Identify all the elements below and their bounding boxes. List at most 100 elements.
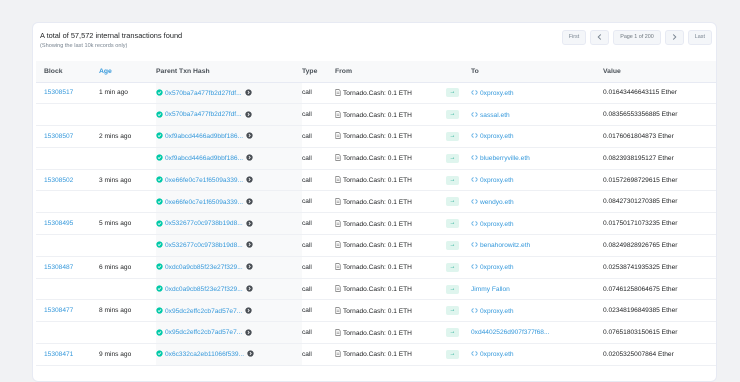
- direction-cell: →: [446, 278, 471, 301]
- block-number-link[interactable]: 15308495: [44, 220, 73, 227]
- view-details-icon[interactable]: [246, 263, 253, 270]
- parent-txn-hash-link[interactable]: 0xdc0a9cb85f23e27f329...: [165, 264, 243, 271]
- view-details-icon[interactable]: [244, 111, 252, 118]
- success-check-icon: [156, 132, 163, 140]
- block-number-link[interactable]: 15308517: [44, 89, 73, 96]
- internal-transactions-card: A total of 57,572 internal transactions …: [32, 22, 717, 382]
- parent-txn-hash-link[interactable]: 0xdc0a9cb85f23e27f329...: [165, 286, 243, 293]
- to-address-link[interactable]: benahorowitz.eth: [480, 242, 530, 249]
- parent-txn-hash-link[interactable]: 0x6c332ca2eb11066f539...: [165, 351, 244, 358]
- to-cell: 0xproxy.eth: [471, 169, 603, 192]
- direction-cell: →: [446, 169, 471, 192]
- age-cell: [99, 103, 156, 127]
- transfer-arrow-icon: →: [446, 284, 459, 294]
- view-details-icon[interactable]: [246, 198, 253, 205]
- to-address-link[interactable]: Jimmy Fallon: [471, 286, 510, 293]
- contract-document-icon: [335, 350, 341, 358]
- to-address-link[interactable]: 0xproxy.eth: [480, 308, 514, 315]
- view-details-icon[interactable]: [247, 350, 254, 358]
- block-cell: 15308487: [36, 256, 99, 279]
- parent-txn-hash-cell: 0xf9abcd4466ad9bbf186...: [156, 147, 302, 170]
- view-details-icon[interactable]: [246, 285, 253, 292]
- block-number-link[interactable]: 15308477: [44, 307, 73, 314]
- first-page-button[interactable]: First: [561, 30, 587, 45]
- to-cell: benahorowitz.eth: [471, 234, 603, 257]
- view-details-icon[interactable]: [246, 176, 253, 183]
- to-address-link[interactable]: 0xproxy.eth: [480, 264, 514, 271]
- to-address-link[interactable]: 0xproxy.eth: [480, 351, 514, 358]
- contract-document-icon: [335, 198, 341, 205]
- parent-txn-hash-link[interactable]: 0x532677c0c9738b19d8...: [165, 220, 243, 227]
- next-page-button[interactable]: [664, 30, 684, 45]
- view-details-icon[interactable]: [244, 89, 252, 96]
- to-cell: 0xproxy.eth: [471, 82, 603, 105]
- block-number-link[interactable]: 15308502: [44, 177, 73, 184]
- to-address-link[interactable]: blueberryville.eth: [480, 155, 530, 162]
- block-cell: [36, 103, 99, 127]
- ens-link-icon: [471, 308, 478, 313]
- block-cell: 15308477: [36, 299, 99, 323]
- view-details-icon[interactable]: [246, 132, 253, 140]
- to-cell: 0xproxy.eth: [471, 343, 603, 366]
- to-address-link[interactable]: 0xproxy.eth: [480, 177, 514, 184]
- parent-txn-hash-link[interactable]: 0x570ba7a477fb2d27fdf...: [165, 90, 242, 97]
- from-address-text: Tornado.Cash: 0.1 ETH: [343, 329, 412, 337]
- transfer-arrow-icon: →: [446, 197, 459, 207]
- type-text: call: [302, 154, 312, 162]
- value-text: 0.01572698729615 Ether: [603, 176, 678, 184]
- transfer-arrow-icon: →: [446, 88, 459, 98]
- to-address-link[interactable]: wendyo.eth: [480, 199, 514, 206]
- to-address-link[interactable]: 0xproxy.eth: [480, 133, 514, 140]
- success-check-icon: [156, 263, 163, 270]
- view-details-icon[interactable]: [246, 241, 253, 249]
- parent-txn-hash-cell: 0xe66fe0c7e1f6509a339...: [156, 190, 302, 214]
- view-details-icon[interactable]: [245, 307, 252, 314]
- to-address-link[interactable]: sassal.eth: [480, 112, 510, 119]
- view-details-icon[interactable]: [245, 329, 252, 336]
- transfer-arrow-icon: →: [446, 328, 459, 338]
- parent-txn-hash-link[interactable]: 0xf9abcd4466ad9bbf186...: [165, 133, 243, 140]
- direction-cell: →: [446, 343, 471, 366]
- to-cell: 0xproxy.eth: [471, 125, 603, 148]
- to-address-link[interactable]: 0xd4402526d907f377f68...: [471, 329, 549, 336]
- from-cell: Tornado.Cash: 0.1 ETH: [335, 256, 446, 279]
- transfer-arrow-icon: →: [446, 110, 459, 120]
- from-cell: Tornado.Cash: 0.1 ETH: [335, 343, 446, 366]
- to-address-link[interactable]: 0xproxy.eth: [480, 90, 514, 97]
- value-cell: 0.0205325007864 Ether: [603, 343, 716, 366]
- block-number-link[interactable]: 15308507: [44, 133, 73, 140]
- age-cell: [99, 190, 156, 214]
- block-cell: [36, 147, 99, 170]
- view-details-icon[interactable]: [246, 154, 253, 161]
- last-page-button[interactable]: Last: [687, 30, 712, 45]
- view-details-icon[interactable]: [246, 220, 253, 227]
- parent-txn-hash-link[interactable]: 0xe66fe0c7e1f6509a339...: [165, 177, 243, 184]
- block-cell: 15308471: [36, 343, 99, 366]
- parent-txn-hash-link[interactable]: 0x532677c0c9738b19d8...: [165, 242, 243, 249]
- parent-txn-hash-link[interactable]: 0xe66fe0c7e1f6509a339...: [165, 199, 243, 206]
- parent-txn-hash-cell: 0xf9abcd4466ad9bbf186...: [156, 125, 302, 148]
- success-check-icon: [156, 307, 163, 314]
- previous-page-button[interactable]: [590, 30, 610, 45]
- value-text: 0.07461258064675 Ether: [603, 285, 678, 293]
- parent-txn-hash-link[interactable]: 0x570ba7a477fb2d27fdf...: [165, 111, 242, 118]
- ens-link-icon: [471, 155, 478, 160]
- value-cell: 0.08249828926765 Ether: [603, 234, 716, 257]
- age-cell: 8 mins ago: [99, 299, 156, 323]
- age-cell: 9 mins ago: [99, 343, 156, 366]
- success-check-icon: [156, 176, 163, 183]
- value-cell: 0.01643446643115 Ether: [603, 82, 716, 105]
- parent-txn-hash-link[interactable]: 0x95dc2effc2cb7ad57e7...: [165, 308, 242, 315]
- column-header-age[interactable]: Age: [99, 61, 156, 83]
- block-number-link[interactable]: 15308471: [44, 351, 73, 358]
- to-address-link[interactable]: 0xproxy.eth: [480, 221, 514, 228]
- from-cell: Tornado.Cash: 0.1 ETH: [335, 125, 446, 148]
- page-indicator: Page 1 of 200: [613, 30, 661, 45]
- parent-txn-hash-link[interactable]: 0xf9abcd4466ad9bbf186...: [165, 155, 243, 162]
- table-row: 15308487 6 mins ago 0xdc0a9cb85f23e27f329.…: [36, 256, 716, 279]
- block-number-link[interactable]: 15308487: [44, 264, 73, 271]
- to-cell: Jimmy Fallon: [471, 278, 603, 301]
- type-cell: call: [302, 343, 335, 366]
- parent-txn-hash-link[interactable]: 0x95dc2effc2cb7ad57e7...: [165, 329, 242, 336]
- from-address-text: Tornado.Cash: 0.1 ETH: [343, 307, 412, 315]
